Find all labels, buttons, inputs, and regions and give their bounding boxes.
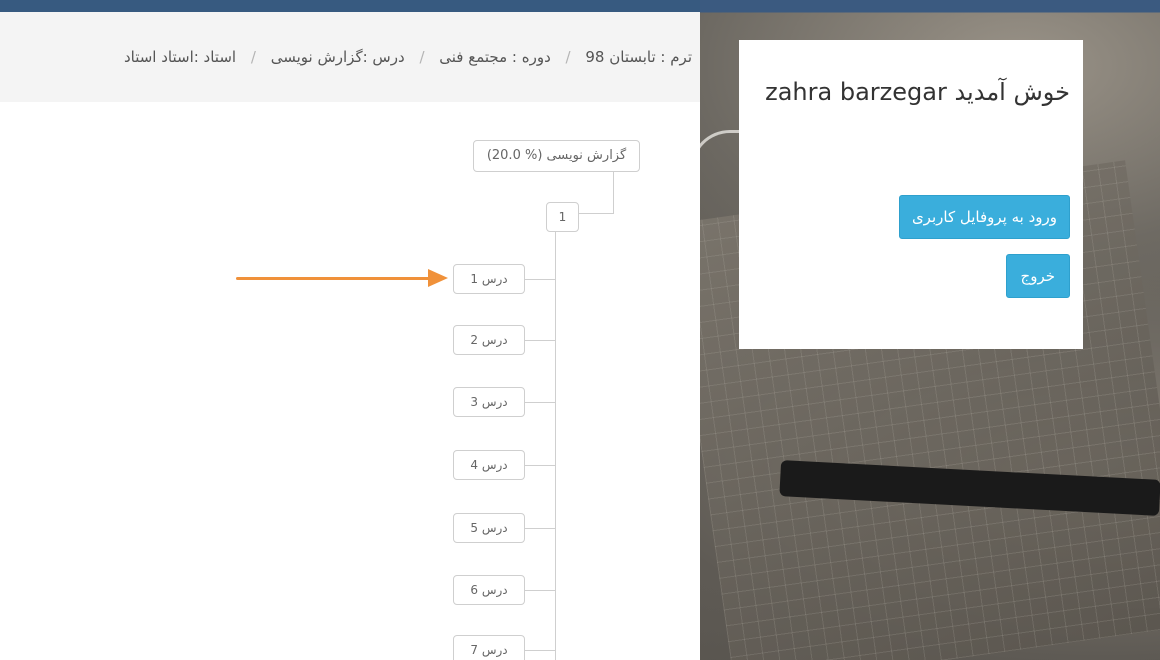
- profile-button[interactable]: ورود به پروفایل کاربری: [898, 195, 1070, 239]
- tree-node-term[interactable]: 1: [546, 202, 579, 232]
- annotation-arrow-head: [428, 269, 448, 287]
- tree-node-course-root[interactable]: گزارش نویسی (% 20.0): [473, 140, 640, 172]
- annotation-arrow: [236, 277, 436, 280]
- top-bar: [0, 0, 700, 12]
- tree-connector: [525, 650, 556, 651]
- lesson-tree: گزارش نویسی (% 20.0) 1 درس 1 درس 2 درس 3…: [0, 12, 700, 660]
- welcome-message: خوش آمدید zahra barzegar: [765, 78, 1070, 106]
- tree-node-lesson-2[interactable]: درس 2: [453, 325, 525, 355]
- tree-node-lesson-5[interactable]: درس 5: [453, 513, 525, 543]
- logout-button[interactable]: خروج: [1005, 254, 1070, 298]
- tree-connector: [525, 590, 556, 591]
- tree-node-lesson-7[interactable]: درس 7: [453, 635, 525, 660]
- tree-connector: [555, 220, 556, 660]
- main-content: ترم : تابستان 98 / دوره : مجتمع فنی / در…: [0, 12, 700, 660]
- tree-connector: [525, 402, 556, 403]
- welcome-card: خوش آمدید zahra barzegar ورود به پروفایل…: [739, 40, 1083, 349]
- tree-connector: [525, 528, 556, 529]
- tree-node-lesson-4[interactable]: درس 4: [453, 450, 525, 480]
- tree-node-lesson-1[interactable]: درس 1: [453, 264, 525, 294]
- tree-connector: [525, 340, 556, 341]
- tree-connector: [579, 213, 614, 214]
- tree-connector: [525, 279, 556, 280]
- tree-node-lesson-6[interactable]: درس 6: [453, 575, 525, 605]
- tree-connector: [525, 465, 556, 466]
- tree-node-lesson-3[interactable]: درس 3: [453, 387, 525, 417]
